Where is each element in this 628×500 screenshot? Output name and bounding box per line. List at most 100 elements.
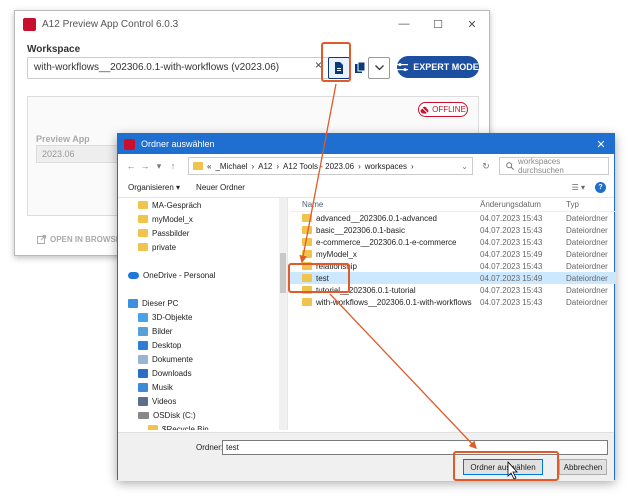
tree-item-label: $Recycle.Bin	[162, 424, 209, 431]
file-row[interactable]: advanced__202306.0.1-advanced 04.07.2023 …	[290, 212, 616, 224]
folder-icon	[138, 215, 148, 223]
file-date: 04.07.2023 15:43	[480, 297, 543, 307]
search-placeholder: workspaces durchsuchen	[517, 157, 564, 175]
organize-button[interactable]: Organisieren ▾	[128, 183, 180, 192]
file-name: myModel_x	[316, 249, 357, 259]
sliders-icon	[397, 62, 409, 71]
tree-item[interactable]: Videos	[118, 394, 287, 408]
file-row[interactable]: e-commerce__202306.0.1-e-commerce 04.07.2…	[290, 236, 616, 248]
open-in-browser-label: OPEN IN BROWSER	[50, 235, 127, 244]
column-name[interactable]: Name	[290, 200, 480, 209]
file-type: Dateiordner	[566, 285, 608, 295]
tree-item[interactable]: Passbilder	[118, 226, 287, 240]
forward-icon[interactable]: →	[140, 161, 150, 171]
file-type: Dateiordner	[566, 237, 608, 247]
breadcrumb-5[interactable]: A12 Tools - 2023.06	[283, 162, 354, 171]
tree-item[interactable]: Musik	[118, 380, 287, 394]
file-row[interactable]: basic__202306.0.1-basic 04.07.2023 15:43 D…	[290, 224, 616, 236]
workspace-label: Workspace	[27, 44, 81, 55]
tree-item-label: Desktop	[152, 340, 182, 350]
tree-item[interactable]: Desktop	[118, 338, 287, 352]
app-title: A12 Preview App Control 6.0.3	[42, 18, 179, 30]
address-bar[interactable]: « _Michael › A12 › A12 Tools - 2023.06 ›…	[188, 157, 473, 175]
offline-badge: OFFLINE	[418, 102, 468, 117]
tree-item[interactable]: OSDisk (C:)	[118, 408, 287, 422]
open-in-browser-button[interactable]: OPEN IN BROWSER	[37, 235, 127, 244]
new-folder-button[interactable]: Neuer Ordner	[196, 183, 245, 192]
file-name: advanced__202306.0.1-advanced	[316, 213, 437, 223]
tree-item[interactable]: Dokumente	[118, 352, 287, 366]
tree-item-label: myModel_x	[152, 214, 193, 224]
tree-item[interactable]: private	[118, 240, 287, 254]
close-button[interactable]: ✕	[455, 11, 489, 37]
file-type: Dateiordner	[566, 213, 608, 223]
offline-label: OFFLINE	[432, 105, 466, 114]
column-type[interactable]: Typ	[566, 200, 616, 209]
tree-item-label: Videos	[152, 396, 177, 406]
tree-item-label: Dieser PC	[142, 298, 179, 308]
maximize-button[interactable]: ☐	[421, 11, 455, 37]
preview-app-label: Preview App	[36, 134, 90, 144]
tree-item[interactable]: MA-Gespräch	[118, 198, 287, 212]
minimize-button[interactable]: —	[387, 11, 421, 37]
address-dropdown-icon[interactable]: ⌄	[461, 162, 472, 171]
file-type: Dateiordner	[566, 225, 608, 235]
navigation-tree: MA-Gespräch myModel_x Passbilder private One…	[118, 198, 288, 430]
tree-item[interactable]: Downloads	[118, 366, 287, 380]
version-input[interactable]: 2023.06	[36, 145, 122, 163]
column-date[interactable]: Änderungsdatum	[480, 200, 566, 209]
tree-item-label: Dokumente	[152, 354, 193, 364]
up-icon[interactable]: ↑	[168, 161, 178, 171]
address-folder-icon	[193, 162, 203, 170]
dialog-titlebar: Ordner auswählen ✕	[118, 134, 614, 154]
copy-icon	[354, 62, 365, 73]
pictures-icon	[138, 326, 148, 336]
music-icon	[138, 382, 148, 392]
breadcrumb-2: ›	[251, 161, 255, 171]
file-date: 04.07.2023 15:43	[480, 213, 543, 223]
cancel-button[interactable]: Abbrechen	[559, 459, 607, 475]
dialog-close-button[interactable]: ✕	[588, 138, 614, 151]
recent-chevron-icon[interactable]: ▾	[154, 161, 164, 172]
tree-item[interactable]: Bilder	[118, 324, 287, 338]
refresh-icon[interactable]: ↻	[481, 161, 491, 172]
workspace-dropdown-button[interactable]	[368, 57, 390, 79]
tree-scrollbar[interactable]	[279, 198, 287, 430]
search-input[interactable]: workspaces durchsuchen	[499, 157, 609, 175]
breadcrumb-8: ›	[410, 161, 414, 171]
breadcrumb-7[interactable]: workspaces	[365, 162, 407, 171]
file-date: 04.07.2023 15:43	[480, 225, 543, 235]
folder-button-highlight	[321, 42, 351, 82]
view-options-icon[interactable]: ☰ ▾	[572, 183, 585, 192]
file-type: Dateiordner	[566, 249, 608, 259]
tree-item[interactable]: 3D-Objekte	[118, 310, 287, 324]
external-link-icon	[37, 235, 46, 244]
tree-item[interactable]: $Recycle.Bin	[118, 422, 287, 430]
app-logo-icon	[23, 17, 36, 31]
dialog-title: Ordner auswählen	[141, 139, 215, 149]
file-date: 04.07.2023 15:49	[480, 249, 543, 259]
folder-icon	[138, 229, 148, 237]
breadcrumb-3[interactable]: A12	[258, 162, 272, 171]
file-date: 04.07.2023 15:43	[480, 285, 543, 295]
file-row[interactable]: with-workflows__202306.0.1-with-workflow…	[290, 296, 616, 308]
tree-item[interactable]: Dieser PC	[118, 296, 287, 310]
dialog-toolbar: Organisieren ▾ Neuer Ordner ☰ ▾ ?	[118, 178, 614, 198]
tree-item[interactable]: OneDrive - Personal	[118, 268, 287, 282]
breadcrumb-4: ›	[276, 161, 280, 171]
dialog-logo-icon	[124, 138, 135, 150]
tree-item-label: Downloads	[152, 368, 192, 378]
file-name: with-workflows__202306.0.1-with-workflow…	[316, 297, 472, 307]
expert-mode-button[interactable]: EXPERT MODE	[397, 56, 479, 78]
back-icon[interactable]: ←	[126, 161, 136, 171]
tree-item-label: 3D-Objekte	[152, 312, 193, 322]
help-icon[interactable]: ?	[595, 182, 606, 193]
tree-scrollbar-thumb[interactable]	[280, 253, 286, 293]
breadcrumb-1[interactable]: _Michael	[215, 162, 247, 171]
tree-item[interactable]: myModel_x	[118, 212, 287, 226]
tree-item-label: OneDrive - Personal	[143, 270, 216, 280]
breadcrumb-6: ›	[358, 161, 361, 171]
file-list-header: Name Änderungsdatum Typ	[290, 198, 616, 212]
app-titlebar: A12 Preview App Control 6.0.3 — ☐ ✕	[15, 11, 489, 37]
file-row[interactable]: myModel_x 04.07.2023 15:49 Dateiordner	[290, 248, 616, 260]
